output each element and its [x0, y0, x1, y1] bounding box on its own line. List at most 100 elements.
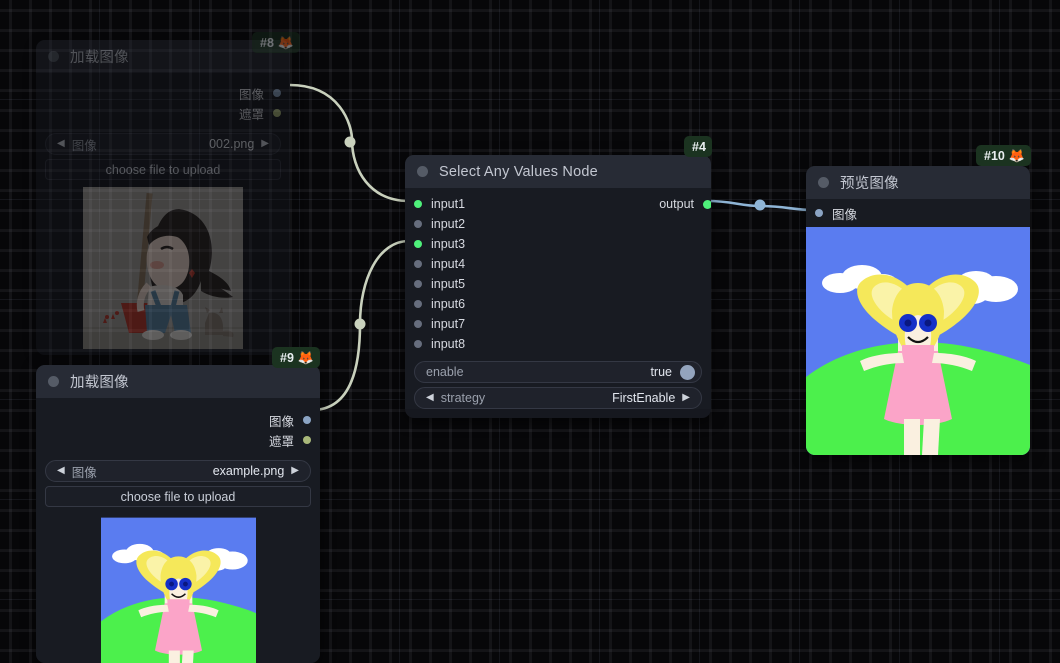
output-slot-image[interactable]: 图像 — [36, 83, 290, 103]
preview-image-child-drawing — [100, 517, 256, 663]
node-header[interactable]: Select Any Values Node — [405, 155, 711, 188]
input-slot-input7[interactable]: input7 — [405, 314, 711, 334]
collapse-icon[interactable] — [48, 51, 59, 62]
link-output-to-node10 — [706, 199, 814, 212]
output-slot-label: output — [659, 197, 694, 211]
slot-dot-empty-icon[interactable] — [414, 220, 422, 228]
input-slot-input1[interactable]: input1 output — [405, 194, 711, 214]
slot-dot-empty-icon[interactable] — [414, 340, 422, 348]
link-midpoint-dot — [344, 136, 356, 148]
slot-dot-image-icon[interactable] — [273, 89, 281, 97]
link-midpoint-dot — [354, 318, 366, 330]
output-slot-mask[interactable]: 遮罩 — [36, 430, 320, 450]
input-slot-image[interactable]: 图像 — [806, 199, 1030, 227]
node-id-label: #9 — [280, 350, 294, 365]
widget-label: 图像 — [71, 465, 97, 480]
slot-dot-mask-icon[interactable] — [303, 436, 311, 444]
slot-dot-image-icon[interactable] — [815, 209, 823, 217]
toggle-knob-icon[interactable] — [680, 364, 695, 380]
node-id-badge-10[interactable]: #10 🦊 — [976, 145, 1032, 166]
chevron-right-icon[interactable]: ▶ — [291, 466, 299, 476]
slot-dot-output-icon[interactable] — [703, 199, 711, 209]
link-midpoint-dot — [754, 199, 766, 211]
slot-dot-connected-icon[interactable] — [414, 200, 422, 208]
node-load-image-9[interactable]: 加载图像 图像 遮罩 ◀ 图像 example.png ▶ choose fil… — [36, 365, 320, 663]
slot-dot-mask-icon[interactable] — [273, 109, 281, 117]
widget-value: 002.png — [209, 137, 255, 151]
preview-image-child-drawing — [806, 227, 1030, 455]
widget-enable-toggle[interactable]: enable true — [414, 361, 702, 383]
fox-icon: 🦊 — [297, 350, 315, 365]
link-node8-to-input1 — [289, 83, 410, 203]
widget-value: FirstEnable — [612, 391, 676, 405]
input-slot-label: input5 — [431, 277, 466, 291]
node-preview-image-10[interactable]: 预览图像 图像 — [806, 166, 1030, 455]
node-select-any-values[interactable]: Select Any Values Node input1 output inp… — [405, 155, 711, 418]
input-slot-input8[interactable]: input8 — [405, 334, 711, 354]
slot-dot-empty-icon[interactable] — [414, 280, 422, 288]
node-header[interactable]: 加载图像 — [36, 365, 320, 398]
output-slot-label: 图像 — [238, 87, 264, 102]
upload-button[interactable]: choose file to upload — [45, 159, 281, 180]
slot-dot-image-icon[interactable] — [303, 416, 311, 424]
node-title: Select Any Values Node — [439, 163, 598, 180]
preview-image-girl-with-shovel — [83, 187, 243, 349]
slot-dot-empty-icon[interactable] — [414, 300, 422, 308]
chevron-left-icon[interactable]: ◀ — [57, 139, 65, 149]
input-slot-input3[interactable]: input3 — [405, 234, 711, 254]
input-slot-label: input6 — [431, 297, 466, 311]
node-body: input1 output input2 input3 input4 input… — [405, 188, 711, 409]
output-slot-label: 图像 — [268, 414, 294, 429]
widget-label: strategy — [440, 391, 486, 405]
input-slot-input4[interactable]: input4 — [405, 254, 711, 274]
node-title: 加载图像 — [70, 50, 129, 66]
input-slot-label: input4 — [431, 257, 466, 271]
chevron-left-icon[interactable]: ◀ — [57, 466, 65, 476]
input-slot-label: input1 — [431, 197, 466, 211]
node-id-badge-9[interactable]: #9 🦊 — [272, 347, 321, 368]
node-body: 图像 遮罩 ◀ 图像 002.png ▶ choose file to uplo… — [36, 73, 290, 355]
node-body: 图像 — [806, 199, 1030, 455]
node-title: 加载图像 — [70, 375, 129, 391]
upload-button[interactable]: choose file to upload — [45, 486, 311, 507]
widget-image-combo[interactable]: ◀ 图像 002.png ▶ — [45, 133, 281, 155]
node-id-label: #4 — [692, 139, 706, 154]
chevron-right-icon[interactable]: ▶ — [261, 139, 269, 149]
node-id-badge-4[interactable]: #4 — [684, 136, 712, 157]
link-node9-to-input3 — [311, 239, 410, 412]
slot-dot-empty-icon[interactable] — [414, 320, 422, 328]
node-body: 图像 遮罩 ◀ 图像 example.png ▶ choose file to … — [36, 398, 320, 663]
widget-label: 图像 — [71, 138, 97, 153]
node-id-badge-8[interactable]: #8 🦊 — [252, 32, 301, 53]
input-slot-input5[interactable]: input5 — [405, 274, 711, 294]
slot-dot-connected-icon[interactable] — [414, 240, 422, 248]
collapse-icon[interactable] — [417, 166, 428, 177]
input-slot-label: input2 — [431, 217, 466, 231]
node-header[interactable]: 预览图像 — [806, 166, 1030, 199]
widget-value: true — [650, 365, 672, 379]
input-slot-label: input3 — [431, 237, 466, 251]
collapse-icon[interactable] — [48, 376, 59, 387]
node-graph-canvas[interactable]: #8 🦊 加载图像 图像 遮罩 ◀ 图像 002.png ▶ choose fi… — [0, 0, 1060, 663]
input-slot-label: input7 — [431, 317, 466, 331]
widget-strategy-combo[interactable]: ◀ strategy FirstEnable ▶ — [414, 387, 702, 409]
fox-icon: 🦊 — [1008, 148, 1026, 163]
output-slot-image[interactable]: 图像 — [36, 410, 320, 430]
widget-image-combo[interactable]: ◀ 图像 example.png ▶ — [45, 460, 311, 482]
chevron-right-icon[interactable]: ▶ — [682, 393, 690, 403]
output-slot-mask[interactable]: 遮罩 — [36, 103, 290, 123]
node-id-label: #10 — [984, 148, 1005, 163]
node-load-image-8[interactable]: 加载图像 图像 遮罩 ◀ 图像 002.png ▶ choose file to… — [36, 40, 290, 355]
input-slot-label: 图像 — [832, 207, 858, 222]
input-slot-input2[interactable]: input2 — [405, 214, 711, 234]
input-slot-label: input8 — [431, 337, 466, 351]
slot-dot-empty-icon[interactable] — [414, 260, 422, 268]
output-slot-label: 遮罩 — [268, 434, 294, 449]
image-preview-container — [36, 514, 320, 663]
chevron-left-icon[interactable]: ◀ — [426, 393, 434, 403]
input-slot-input6[interactable]: input6 — [405, 294, 711, 314]
collapse-icon[interactable] — [818, 177, 829, 188]
image-preview-container — [36, 187, 290, 355]
fox-icon: 🦊 — [277, 35, 295, 50]
node-id-label: #8 — [260, 35, 274, 50]
